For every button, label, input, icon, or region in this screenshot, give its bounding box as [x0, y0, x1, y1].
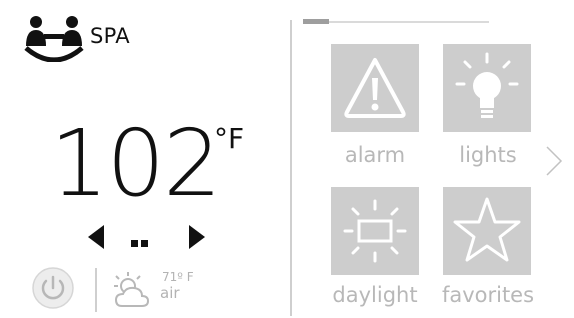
- temperature-value: 102: [50, 110, 222, 217]
- weather-label: air: [160, 284, 180, 302]
- page-dots-icon: [128, 233, 156, 247]
- lightbulb-icon: [455, 52, 519, 118]
- divider: [95, 268, 97, 312]
- star-icon: [453, 197, 521, 262]
- daylight-tile[interactable]: [331, 187, 419, 275]
- power-icon: [32, 267, 74, 309]
- partly-cloudy-icon: [108, 268, 160, 312]
- spa-people-icon: [22, 14, 86, 63]
- power-button[interactable]: [31, 266, 75, 310]
- favorites-label: favorites: [441, 283, 535, 307]
- page-track: [303, 21, 489, 23]
- favorites-tile[interactable]: [443, 187, 531, 275]
- chevron-right-icon: [546, 146, 563, 176]
- triangle-left-icon: [88, 225, 104, 249]
- spa-title: SPA: [90, 24, 130, 48]
- page-track-indicator: [303, 19, 329, 24]
- weather-temperature: 71º F: [162, 270, 194, 284]
- temperature-unit: °F: [214, 122, 245, 155]
- alarm-warning-icon: [344, 58, 406, 118]
- daylight-icon: [343, 199, 407, 263]
- next-page-button[interactable]: [544, 144, 564, 178]
- triangle-right-icon: [189, 225, 205, 249]
- alarm-tile[interactable]: [331, 44, 419, 132]
- increase-temperature-button[interactable]: [186, 224, 208, 250]
- decrease-temperature-button[interactable]: [85, 224, 107, 250]
- lights-tile[interactable]: [443, 44, 531, 132]
- panel-divider: [290, 20, 292, 316]
- lights-label: lights: [459, 143, 517, 167]
